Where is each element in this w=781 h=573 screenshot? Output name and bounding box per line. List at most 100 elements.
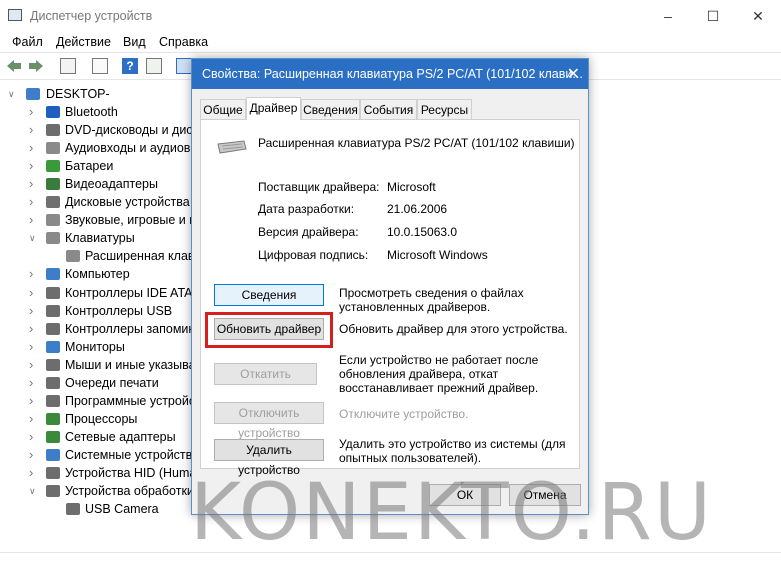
driver-date-label: Дата разработки: bbox=[258, 202, 355, 216]
back-arrow-icon[interactable] bbox=[6, 59, 22, 73]
chevron-right-icon[interactable]: › bbox=[29, 284, 39, 302]
chevron-right-icon[interactable]: › bbox=[29, 428, 39, 446]
roll-back-description: Если устройство не работает после обновле… bbox=[339, 353, 539, 395]
driver-version-value: 10.0.15063.0 bbox=[387, 225, 458, 239]
update-driver-highlight-frame bbox=[205, 312, 333, 348]
window-titlebar: Диспетчер устройств – ☐ ✕ bbox=[0, 0, 781, 32]
dvd-icon bbox=[46, 124, 60, 137]
chevron-right-icon[interactable]: › bbox=[29, 175, 39, 193]
tree-root-label: DESKTOP- bbox=[46, 87, 110, 101]
chevron-down-icon[interactable]: ∨ bbox=[29, 229, 39, 247]
chevron-right-icon[interactable]: › bbox=[29, 103, 39, 121]
display-adapter-icon bbox=[46, 178, 60, 191]
storage-controller-icon bbox=[46, 322, 60, 335]
chevron-right-icon[interactable]: › bbox=[29, 356, 39, 374]
tree-item-label: Звуковые, игровые и в bbox=[65, 213, 196, 228]
hid-icon bbox=[46, 467, 60, 479]
tree-item-label: Батареи bbox=[65, 159, 114, 174]
chevron-right-icon[interactable]: › bbox=[29, 139, 39, 157]
chevron-right-icon[interactable]: › bbox=[29, 374, 39, 392]
menu-action[interactable]: Действие bbox=[56, 35, 111, 49]
update-driver-toolbar-icon[interactable] bbox=[92, 58, 108, 74]
uninstall-device-button[interactable]: Удалить устройство bbox=[214, 439, 324, 477]
disable-device-button[interactable]: Отключить устройство bbox=[214, 402, 324, 440]
tab-resources[interactable]: Ресурсы bbox=[417, 99, 472, 119]
scan-hardware-icon[interactable] bbox=[146, 58, 162, 74]
forward-arrow-icon[interactable] bbox=[28, 59, 44, 73]
chevron-right-icon[interactable]: › bbox=[29, 211, 39, 229]
chevron-right-icon[interactable]: › bbox=[29, 320, 39, 338]
mouse-icon bbox=[46, 358, 60, 371]
chevron-right-icon[interactable]: › bbox=[29, 392, 39, 410]
computer-icon bbox=[26, 88, 40, 100]
tab-general[interactable]: Общие bbox=[200, 99, 246, 119]
tab-events[interactable]: События bbox=[360, 99, 417, 119]
tree-item-label: Мониторы bbox=[65, 339, 125, 354]
roll-back-driver-button[interactable]: Откатить bbox=[214, 363, 317, 385]
uninstall-device-description: Удалить это устройство из системы (для оп… bbox=[339, 437, 566, 465]
cpu-icon bbox=[46, 412, 60, 425]
tree-item-label: Мыши и иные указыва bbox=[65, 357, 196, 372]
properties-toolbar-icon[interactable] bbox=[60, 58, 76, 74]
tree-item-label: Видеоадаптеры bbox=[65, 177, 158, 192]
driver-version-label: Версия драйвера: bbox=[258, 225, 359, 239]
disk-icon bbox=[46, 196, 60, 209]
tree-item-label: Компьютер bbox=[65, 267, 130, 282]
keyboard-icon bbox=[66, 250, 80, 263]
keyboard-icon bbox=[46, 232, 60, 245]
tree-item-label: Системные устройства bbox=[65, 447, 200, 462]
digital-signature-value: Microsoft Windows bbox=[387, 248, 488, 262]
chevron-right-icon[interactable]: › bbox=[29, 302, 39, 320]
menu-file[interactable]: Файл bbox=[12, 35, 43, 49]
monitor-toolbar-icon[interactable] bbox=[176, 58, 192, 74]
chevron-down-icon[interactable]: ∨ bbox=[29, 482, 39, 500]
disable-device-description: Отключите устройство. bbox=[339, 407, 469, 421]
close-window-button[interactable]: ✕ bbox=[735, 0, 781, 32]
driver-details-button[interactable]: Сведения bbox=[214, 284, 324, 306]
usb-icon bbox=[46, 304, 60, 317]
keyboard-device-icon bbox=[217, 140, 247, 154]
chevron-right-icon[interactable]: › bbox=[29, 410, 39, 428]
tree-item-label: Устройства HID (Huma bbox=[65, 466, 197, 480]
tree-item-label: Контроллеры запомин bbox=[65, 321, 196, 336]
driver-provider-value: Microsoft bbox=[387, 180, 436, 194]
tree-item-label: Bluetooth bbox=[65, 105, 118, 119]
chevron-right-icon[interactable]: › bbox=[29, 157, 39, 175]
maximize-button[interactable]: ☐ bbox=[690, 0, 736, 32]
menu-view[interactable]: Вид bbox=[123, 35, 146, 49]
tree-item-label: Контроллеры USB bbox=[65, 303, 173, 318]
chevron-right-icon[interactable]: › bbox=[29, 265, 39, 283]
watermark: KONEKTO.RU bbox=[190, 468, 713, 558]
printer-icon bbox=[46, 376, 60, 389]
tree-item-label: Очереди печати bbox=[65, 375, 159, 390]
tab-details[interactable]: Сведения bbox=[301, 99, 360, 119]
tree-item-label: Устройства обработки bbox=[65, 484, 194, 499]
digital-signature-label: Цифровая подпись: bbox=[258, 248, 369, 262]
menu-help[interactable]: Справка bbox=[159, 35, 208, 49]
dialog-close-button[interactable]: ✕ bbox=[567, 64, 580, 84]
driver-tab-panel: Расширенная клавиатура PS/2 PC/AT (101/1… bbox=[200, 119, 580, 477]
driver-details-description: Просмотреть сведения о файлах установленн… bbox=[339, 286, 524, 314]
tree-item-label: Расширенная клави bbox=[85, 249, 200, 264]
update-driver-description: Обновить драйвер для этого устройства. bbox=[339, 322, 568, 336]
status-bar bbox=[0, 552, 781, 573]
expand-chevron-icon[interactable]: ∨ bbox=[8, 85, 18, 103]
speaker-icon bbox=[46, 142, 60, 155]
tree-item-label: Процессоры bbox=[65, 411, 138, 426]
window-title: Диспетчер устройств bbox=[30, 9, 153, 23]
system-device-icon bbox=[46, 448, 60, 461]
tree-item-label: Аудиовходы и аудиовь bbox=[65, 141, 197, 156]
chevron-right-icon[interactable]: › bbox=[29, 193, 39, 211]
chevron-right-icon[interactable]: › bbox=[29, 464, 39, 482]
chevron-right-icon[interactable]: › bbox=[29, 338, 39, 356]
network-adapter-icon bbox=[46, 430, 60, 443]
chevron-right-icon[interactable]: › bbox=[29, 446, 39, 464]
tab-driver[interactable]: Драйвер bbox=[246, 97, 301, 120]
chevron-right-icon[interactable]: › bbox=[29, 121, 39, 139]
minimize-button[interactable]: – bbox=[645, 0, 691, 32]
help-icon[interactable]: ? bbox=[122, 58, 138, 74]
device-name: Расширенная клавиатура PS/2 PC/AT (101/1… bbox=[258, 136, 575, 150]
menu-bar: Файл Действие Вид Справка bbox=[0, 32, 781, 52]
tree-item-label: Программные устройс bbox=[65, 393, 196, 408]
camera-icon bbox=[46, 485, 60, 498]
